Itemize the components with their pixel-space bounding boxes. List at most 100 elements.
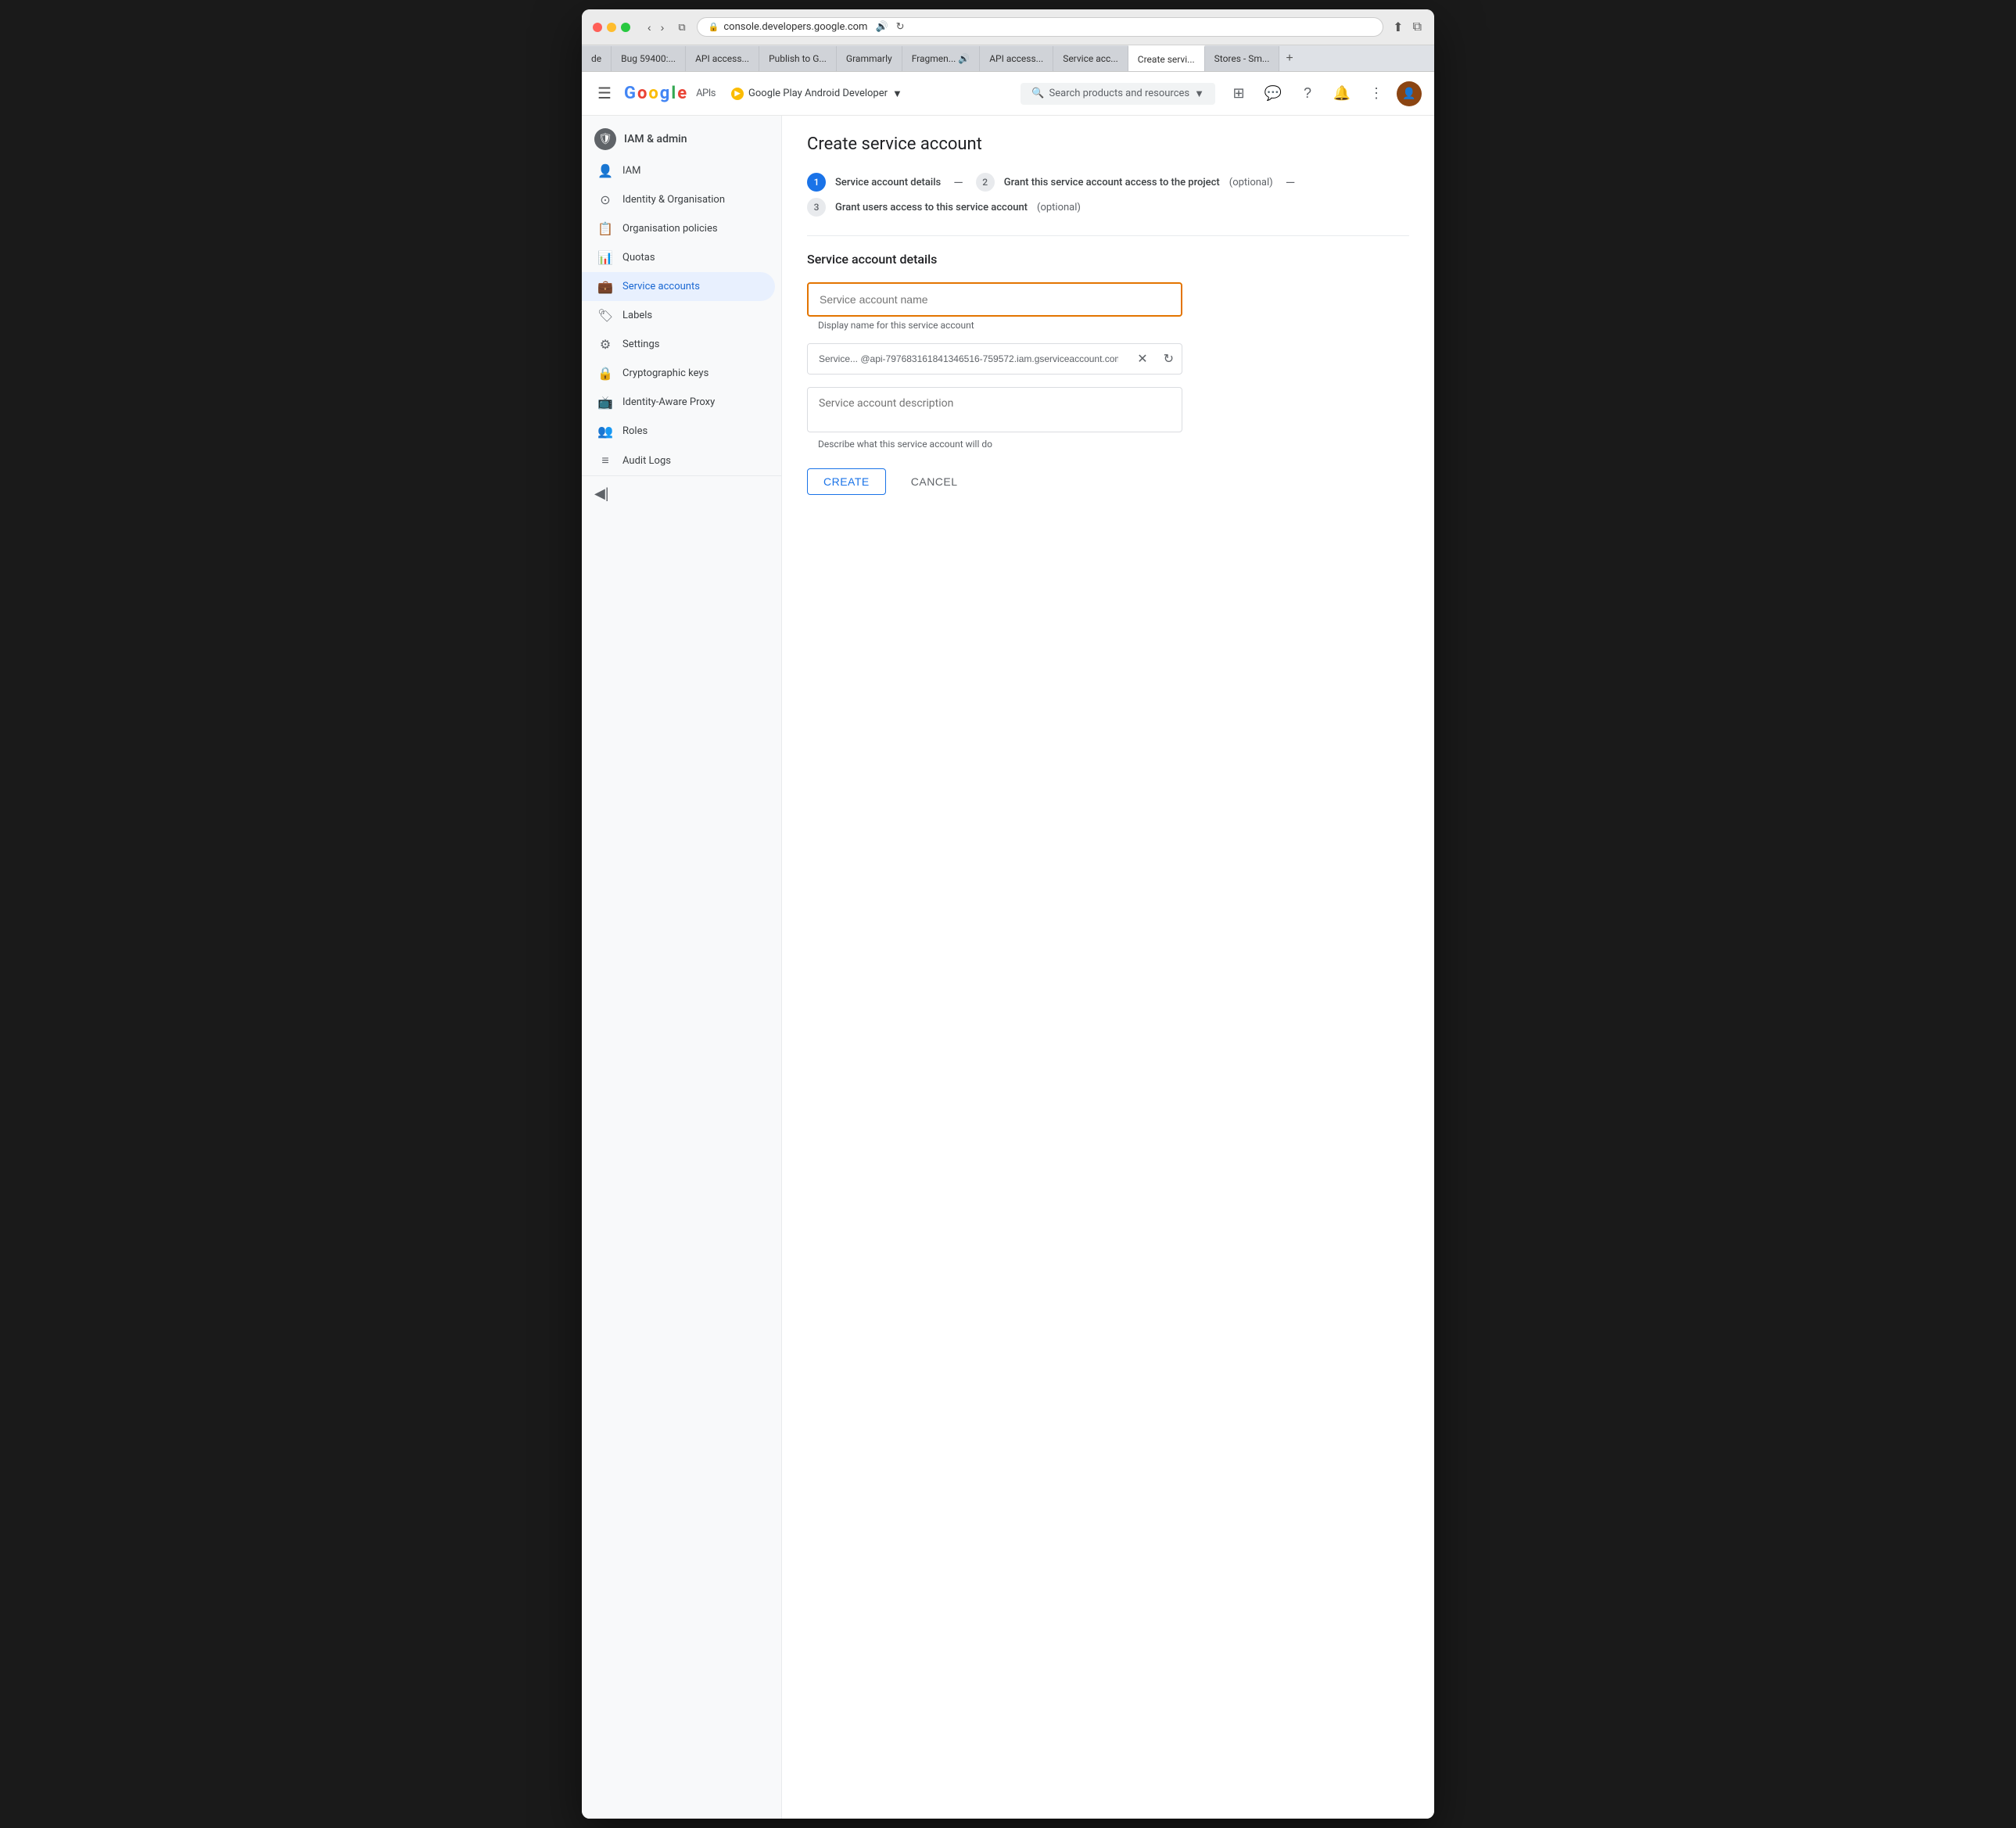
tab-publish[interactable]: Publish to G...	[759, 46, 837, 71]
step-1-label: Service account details	[835, 177, 941, 188]
sidebar-item-iam[interactable]: 👤 IAM	[582, 156, 775, 185]
project-name: Google Play Android Developer	[748, 88, 888, 99]
help-button[interactable]: ?	[1293, 80, 1322, 108]
description-field-group: Describe what this service account will …	[807, 387, 1409, 450]
sidebar-item-settings[interactable]: ⚙ Settings	[582, 330, 775, 359]
traffic-lights	[593, 23, 630, 32]
sidebar-bottom: ◀|	[582, 475, 781, 511]
minimize-button[interactable]	[607, 23, 616, 32]
step-3-label: Grant users access to this service accou…	[835, 202, 1028, 213]
tab-create-servi[interactable]: Create servi...	[1128, 45, 1205, 72]
description-field-hint: Describe what this service account will …	[807, 439, 1409, 450]
steps-row-2: 3 Grant users access to this service acc…	[807, 198, 1409, 217]
iam-icon: 👤	[597, 163, 613, 178]
name-field-group: Display name for this service account	[807, 282, 1409, 331]
lock-icon: 🔒	[708, 22, 719, 32]
sidebar-item-label-service-accounts: Service accounts	[622, 281, 700, 292]
service-account-description-input[interactable]	[807, 387, 1182, 432]
project-dot: ▶	[731, 88, 744, 100]
sidebar-item-label-crypto-keys: Cryptographic keys	[622, 367, 708, 379]
search-placeholder: Search products and resources	[1049, 88, 1190, 99]
step-2-label: Grant this service account access to the…	[1004, 177, 1220, 188]
title-bar: ‹ › ⧉ 🔒 console.developers.google.com 🔊 …	[582, 9, 1434, 45]
search-icon: 🔍	[1031, 88, 1044, 99]
sidebar-header: 🛡 IAM & admin	[582, 116, 781, 156]
hamburger-menu[interactable]: ☰	[594, 81, 615, 106]
sidebar-item-org-policies[interactable]: 📋 Organisation policies	[582, 214, 775, 243]
tab-bug[interactable]: Bug 59400:...	[612, 46, 686, 71]
sidebar-item-service-accounts[interactable]: 💼 Service accounts	[582, 272, 775, 301]
notifications-button[interactable]: 🔔	[1328, 80, 1356, 108]
roles-icon: 👥	[597, 424, 613, 439]
page-title: Create service account	[807, 134, 1409, 154]
create-button[interactable]: CREATE	[807, 468, 886, 495]
sidebar-item-label-org-policies: Organisation policies	[622, 223, 718, 235]
browser-actions: ⬆ ⧉	[1391, 18, 1423, 37]
back-button[interactable]: ‹	[644, 20, 655, 35]
tab-api1[interactable]: API access...	[686, 46, 759, 71]
maximize-button[interactable]	[621, 23, 630, 32]
clear-id-button[interactable]: ✕	[1129, 345, 1155, 373]
refresh-id-button[interactable]: ↻	[1156, 345, 1182, 373]
sidebar-item-label-roles: Roles	[622, 425, 647, 437]
identity-proxy-icon: 📺	[597, 395, 613, 410]
step-dash-2: —	[1286, 175, 1296, 190]
avatar[interactable]: 👤	[1397, 81, 1422, 106]
sidebar-item-quotas[interactable]: 📊 Quotas	[582, 243, 775, 272]
steps-container: 1 Service account details — 2 Grant this…	[807, 173, 1409, 217]
toolbar-icons: ⊞ 💬 ? 🔔 ⋮ 👤	[1225, 80, 1422, 108]
tab-grammarly[interactable]: Grammarly	[837, 46, 902, 71]
cancel-button[interactable]: CANCEL	[895, 469, 974, 494]
reload-icon[interactable]: ↻	[896, 21, 905, 33]
sidebar-item-label-audit-logs: Audit Logs	[622, 455, 671, 467]
address-bar[interactable]: 🔒 console.developers.google.com 🔊 ↻	[697, 17, 1384, 37]
audit-logs-icon: ≡	[597, 453, 613, 468]
forward-button[interactable]: ›	[658, 20, 668, 35]
tab-stores[interactable]: Stores - Sm...	[1205, 46, 1280, 71]
section-title: Service account details	[807, 252, 1409, 267]
tab-service-acc[interactable]: Service acc...	[1053, 46, 1128, 71]
duplicate-button[interactable]: ⧉	[1412, 19, 1423, 36]
tab-de[interactable]: de	[582, 46, 612, 71]
main-layout: 🛡 IAM & admin 👤 IAM ⊙ Identity & Organis…	[582, 116, 1434, 1819]
settings-icon: ⚙	[597, 337, 613, 352]
tab-api2[interactable]: API access...	[980, 46, 1053, 71]
nav-buttons: ‹ ›	[644, 20, 667, 35]
project-selector[interactable]: ▶ Google Play Android Developer ▼	[725, 84, 909, 103]
sidebar-item-identity-org[interactable]: ⊙ Identity & Organisation	[582, 185, 775, 214]
apis-text: APIs	[696, 88, 716, 99]
tab-overview-button[interactable]: ⧉	[675, 20, 688, 35]
service-account-id-input[interactable]	[808, 344, 1129, 374]
sidebar-item-label-identity-proxy: Identity-Aware Proxy	[622, 396, 715, 408]
chat-button[interactable]: 💬	[1259, 80, 1287, 108]
more-button[interactable]: ⋮	[1362, 80, 1390, 108]
tab-fragment[interactable]: Fragmen... 🔊	[902, 46, 981, 71]
close-button[interactable]	[593, 23, 602, 32]
share-button[interactable]: ⬆	[1391, 18, 1404, 37]
sidebar-item-identity-proxy[interactable]: 📺 Identity-Aware Proxy	[582, 388, 775, 417]
id-field-group: ✕ ↻	[807, 343, 1409, 375]
step-3-optional: (optional)	[1037, 202, 1081, 213]
apps-button[interactable]: ⊞	[1225, 80, 1253, 108]
sidebar-item-label-settings: Settings	[622, 339, 659, 350]
sidebar-item-roles[interactable]: 👥 Roles	[582, 417, 775, 446]
sidebar-item-label-identity-org: Identity & Organisation	[622, 194, 725, 206]
sidebar-item-crypto-keys[interactable]: 🔒 Cryptographic keys	[582, 359, 775, 388]
search-area: 🔍 Search products and resources ▼ ⊞ 💬 ? …	[918, 80, 1422, 108]
content-area: Create service account 1 Service account…	[782, 116, 1434, 1819]
service-accounts-icon: 💼	[597, 279, 613, 294]
actions-row: CREATE CANCEL	[807, 468, 1409, 495]
project-dropdown-icon: ▼	[892, 88, 902, 100]
identity-org-icon: ⊙	[597, 192, 613, 207]
sidebar-item-audit-logs[interactable]: ≡ Audit Logs	[582, 446, 775, 475]
sidebar-item-labels[interactable]: 🏷 Labels	[582, 301, 775, 330]
service-account-name-input[interactable]	[807, 282, 1182, 317]
step-1-circle: 1	[807, 173, 826, 192]
section-divider	[807, 235, 1409, 236]
search-input-container[interactable]: 🔍 Search products and resources ▼	[1021, 83, 1215, 105]
step-dash-1: —	[953, 175, 963, 190]
g-red: o	[637, 84, 647, 103]
new-tab-button[interactable]: +	[1279, 52, 1299, 66]
iam-admin-icon: 🛡	[594, 128, 616, 150]
collapse-sidebar-button[interactable]: ◀|	[594, 486, 609, 502]
